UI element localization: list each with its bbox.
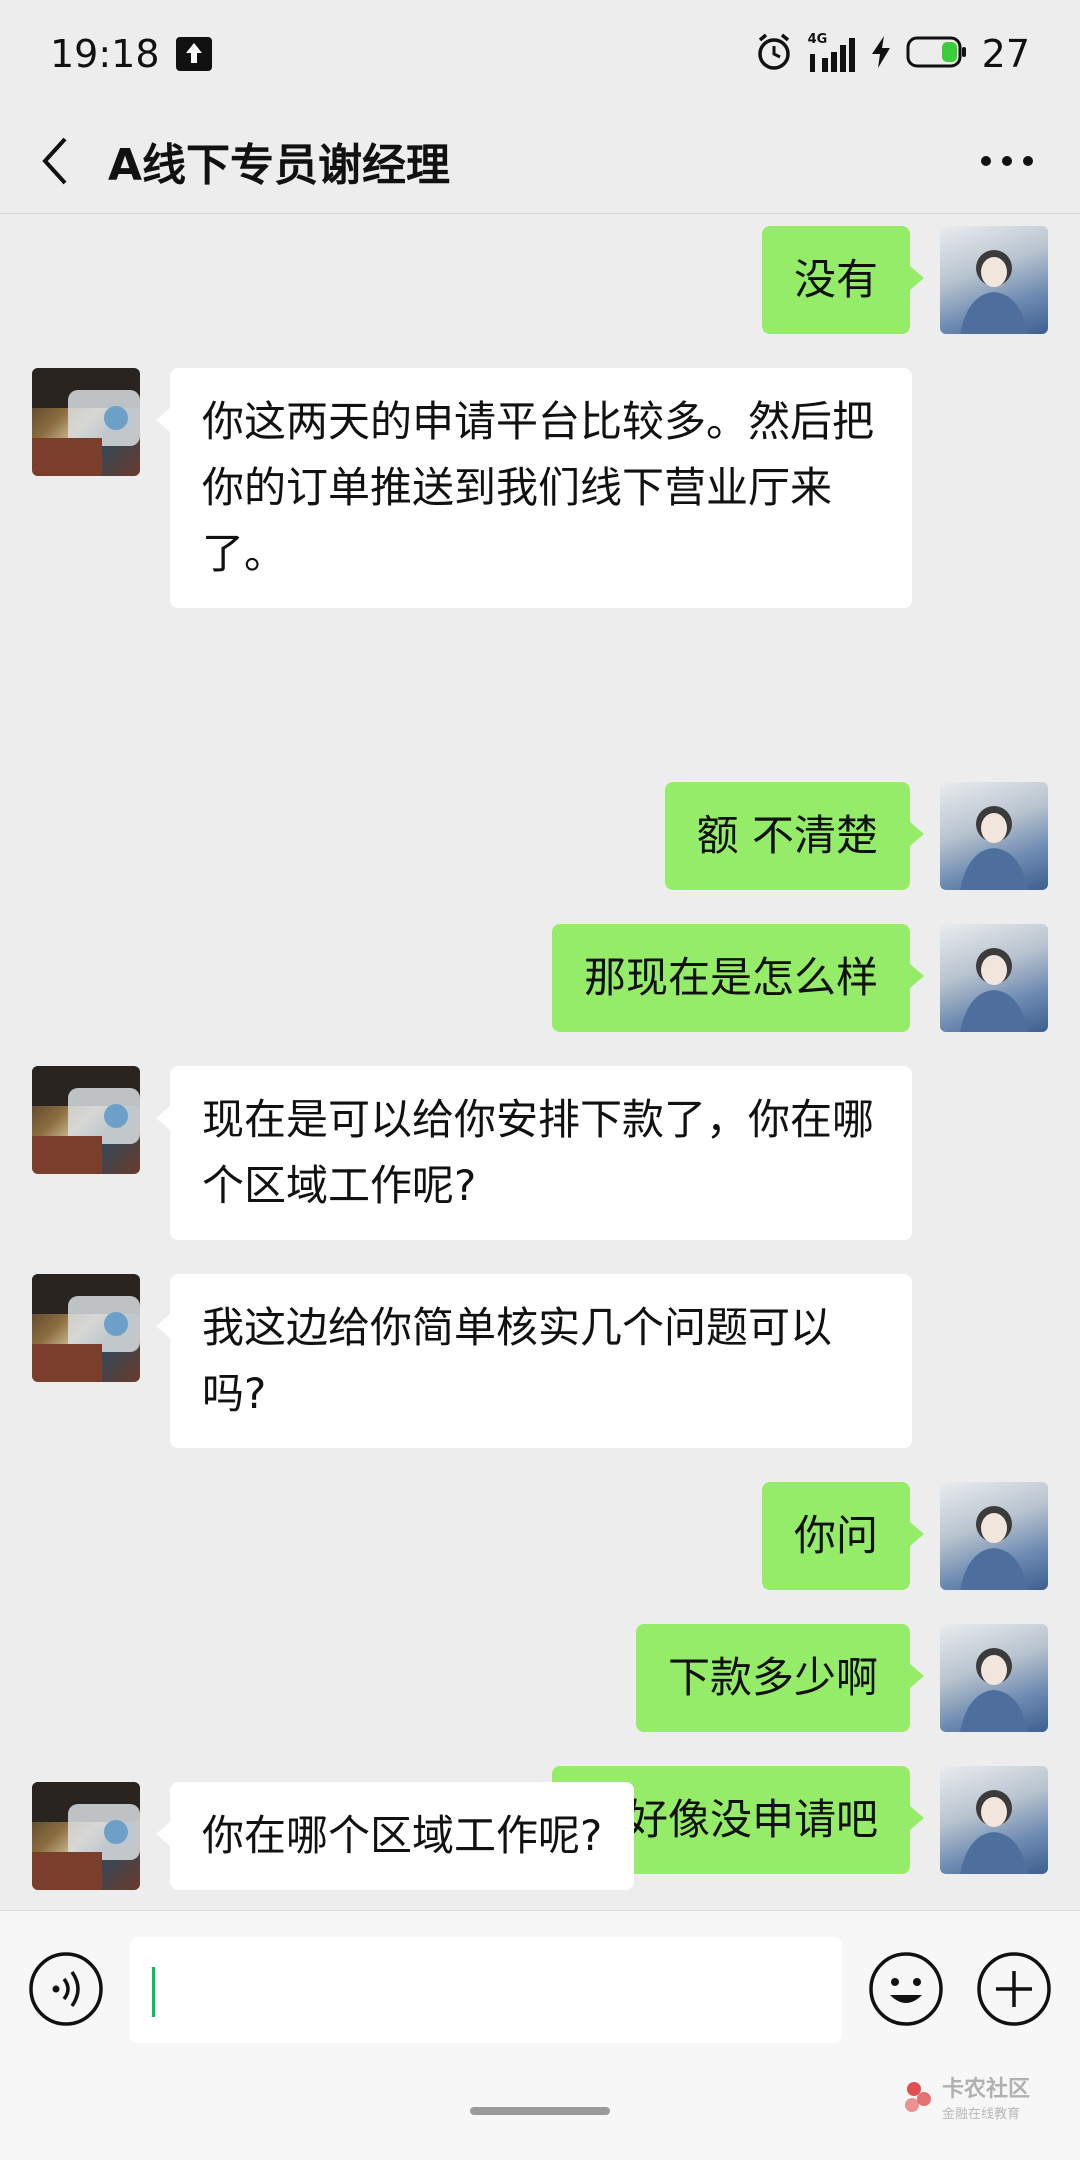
- more-functions-button[interactable]: [976, 1951, 1052, 2027]
- chevron-left-icon: [42, 137, 67, 184]
- message-bubble[interactable]: 你这两天的申请平台比较多。然后把你的订单推送到我们线下营业厅来了。: [156, 368, 912, 608]
- emoji-button[interactable]: [868, 1951, 944, 2027]
- message-input[interactable]: [130, 1937, 842, 2043]
- status-bar: 19:18 4G 27: [0, 0, 1080, 108]
- message-bubble[interactable]: 下款多少啊: [635, 1624, 925, 1732]
- message-bubble[interactable]: 你在哪个区域工作呢?: [155, 1782, 635, 1890]
- message-bubble[interactable]: 我这边给你简单核实几个问题可以吗?: [156, 1274, 912, 1448]
- message-bubble[interactable]: 没有: [761, 226, 925, 334]
- signal-icon: 4G: [808, 32, 856, 74]
- watermark: 卡农社区 金融在线教育: [900, 2071, 1030, 2122]
- battery-icon: [906, 35, 968, 73]
- message-row-mine: 那现在是怎么样: [0, 912, 1080, 1032]
- contact-avatar[interactable]: [32, 1274, 140, 1382]
- more-icon: [981, 155, 1033, 166]
- alarm-icon: [754, 32, 794, 76]
- voice-icon: [29, 1952, 103, 2026]
- emoji-icon: [869, 1952, 943, 2026]
- message-row-mine: 没有: [0, 214, 1080, 334]
- message-row-theirs: 我这边给你简单核实几个问题可以吗?: [0, 1262, 1080, 1448]
- battery-level: 27: [981, 32, 1030, 76]
- more-button[interactable]: [972, 126, 1042, 196]
- plus-icon: [977, 1952, 1051, 2026]
- input-bar: 卡农社区 金融在线教育: [0, 1910, 1080, 2160]
- message-bubble[interactable]: 那现在是怎么样: [551, 924, 925, 1032]
- watermark-main: 卡农社区: [942, 2077, 1031, 2102]
- message-bubble[interactable]: 你问: [761, 1482, 925, 1590]
- watermark-text: 卡农社区 金融在线教育: [942, 2071, 1030, 2122]
- message-row-mine: 你问: [0, 1470, 1080, 1590]
- message-list[interactable]: 没有 你这两天的申请平台比较多。然后把你的订单推送到我们线下营业厅来了。 额 不…: [0, 214, 1080, 1910]
- home-indicator[interactable]: [470, 2107, 610, 2115]
- charging-icon: [870, 34, 892, 74]
- contact-avatar[interactable]: [32, 1782, 140, 1890]
- message-row-mine: 下款多少啊: [0, 1612, 1080, 1732]
- message-bubble[interactable]: 现在是可以给你安排下款了，你在哪个区域工作呢?: [156, 1066, 912, 1240]
- back-button[interactable]: [10, 108, 100, 214]
- message-row-theirs: 你这两天的申请平台比较多。然后把你的订单推送到我们线下营业厅来了。: [0, 356, 1080, 608]
- watermark-sub: 金融在线教育: [942, 2107, 1021, 2122]
- status-icons: 4G 27: [754, 32, 1030, 76]
- upload-icon: [175, 37, 212, 71]
- status-time: 19:18: [50, 32, 160, 76]
- message-row-theirs: 现在是可以给你安排下款了，你在哪个区域工作呢?: [0, 1054, 1080, 1240]
- contact-avatar[interactable]: [32, 1066, 140, 1174]
- my-avatar[interactable]: [940, 226, 1048, 334]
- message-row-mine: 额 不清楚: [0, 770, 1080, 890]
- my-avatar[interactable]: [940, 1624, 1048, 1732]
- my-avatar[interactable]: [940, 1482, 1048, 1590]
- my-avatar[interactable]: [940, 782, 1048, 890]
- contact-avatar[interactable]: [32, 368, 140, 476]
- chat-title: A线下专员谢经理: [108, 139, 451, 191]
- my-avatar[interactable]: [940, 924, 1048, 1032]
- message-bubble[interactable]: 额 不清楚: [664, 782, 925, 890]
- message-row-theirs: 你在哪个区域工作呢?: [0, 1770, 1080, 1900]
- watermark-logo-icon: [905, 2081, 931, 2112]
- chat-header: A线下专员谢经理: [0, 108, 1080, 214]
- voice-button[interactable]: [28, 1951, 104, 2027]
- text-caret: [152, 1967, 155, 2017]
